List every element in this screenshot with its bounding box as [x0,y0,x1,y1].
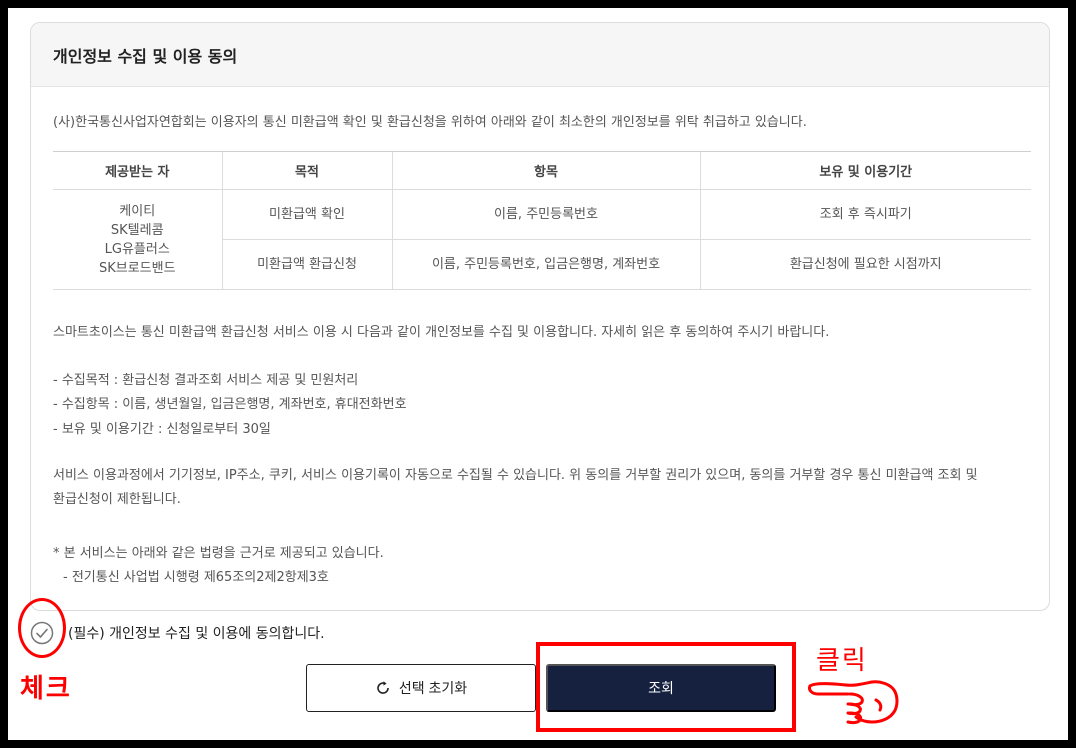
auto-collect-text: 서비스 이용과정에서 기기정보, IP주소, 쿠키, 서비스 이용기록이 자동으… [53,468,978,483]
consent-label[interactable]: (필수) 개인정보 수집 및 이용에 동의합니다. [68,623,325,643]
consent-checkbox-row[interactable]: (필수) 개인정보 수집 및 이용에 동의합니다. [30,620,325,646]
table-header-row: 제공받는 자 목적 항목 보유 및 이용기간 [53,151,1031,190]
check-annotation-circle [18,598,66,658]
period-cell: 환급신청에 필요한 시점까지 [699,239,1031,290]
panel-header: 개인정보 수집 및 이용 동의 [31,23,1049,87]
consent-panel: 개인정보 수집 및 이용 동의 (사)한국통신사업자연합회는 이용자의 통신 미… [30,22,1050,611]
auto-collect-text-cont: 환급신청이 제한됩니다. [53,492,181,507]
search-button[interactable]: 조회 [546,664,776,712]
items-cell: 이름, 주민등록번호, 입금은행명, 계좌번호 [391,239,700,290]
table-header: 보유 및 이용기간 [699,151,1031,190]
table-header: 목적 [221,151,392,190]
reset-button-label: 선택 초기화 [398,680,468,696]
table-header: 항목 [391,151,700,190]
purpose-cell: 미환급액 환급신청 [221,239,392,290]
search-button-label: 조회 [648,680,674,696]
period-cell: 조회 후 즉시파기 [699,189,1031,240]
purpose-cell: 미환급액 확인 [221,189,392,240]
notice-text: 스마트초이스는 통신 미환급액 환급신청 서비스 이용 시 다음과 같이 개인정… [53,325,830,340]
provider-name: SK브로드밴드 [98,260,176,276]
pointing-hand-icon [808,680,899,725]
panel-title: 개인정보 수집 및 이용 동의 [53,46,238,66]
provider-name: 케이티 [119,203,156,219]
refresh-icon [377,681,389,694]
law-item: - 전기통신 사업법 시행령 제65조의2제2항제3호 [63,570,329,585]
provider-name: LG유플러스 [104,241,170,257]
law-note: * 본 서비스는 아래와 같은 법령을 근거로 제공되고 있습니다. [53,546,384,561]
table-row: 케이티 SK텔레콤 LG유플러스 SK브로드밴드 미환급액 확인 이름, 주민등… [53,189,1031,290]
provider-cell: 케이티 SK텔레콤 LG유플러스 SK브로드밴드 [53,189,222,290]
items-cell: 이름, 주민등록번호 [391,189,700,240]
intro-text: (사)한국통신사업자연합회는 이용자의 통신 미환급액 확인 및 환급신청을 위… [53,115,807,130]
list-item: - 수집목적 : 환급신청 결과조회 서비스 제공 및 민원처리 [53,373,359,388]
check-annotation-label: 체크 [20,674,72,704]
list-item: - 보유 및 이용기간 : 신청일로부터 30일 [53,422,271,437]
page-frame: 개인정보 수집 및 이용 동의 (사)한국통신사업자연합회는 이용자의 통신 미… [8,8,1068,740]
info-table: 제공받는 자 목적 항목 보유 및 이용기간 케이티 SK텔레콤 LG유플러스 … [53,151,1031,290]
table-header: 제공받는 자 [53,151,222,190]
reset-button[interactable]: 선택 초기화 [306,664,536,712]
list-item: - 수집항목 : 이름, 생년월일, 입금은행명, 계좌번호, 휴대전화번호 [53,397,407,412]
provider-name: SK텔레콤 [110,222,164,238]
